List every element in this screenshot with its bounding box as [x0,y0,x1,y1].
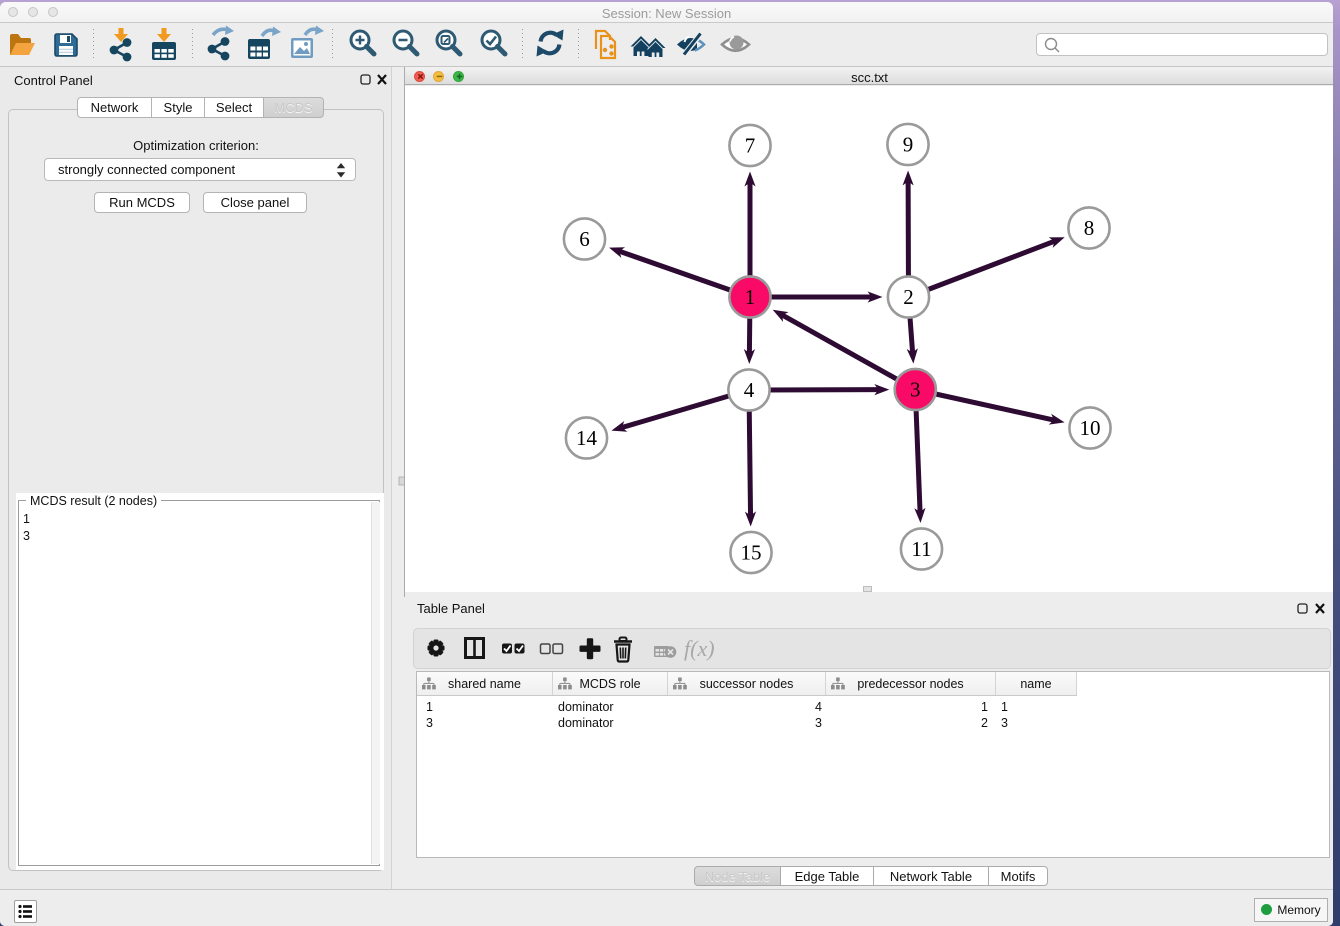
svg-text:15: 15 [741,541,762,565]
svg-text:3: 3 [910,378,921,402]
svg-text:11: 11 [911,537,931,561]
svg-text:4: 4 [744,378,755,402]
svg-text:9: 9 [903,133,914,157]
svg-text:6: 6 [579,227,590,251]
svg-text:8: 8 [1084,216,1095,240]
svg-text:10: 10 [1080,416,1101,440]
svg-text:f(x): f(x) [684,636,715,661]
svg-text:7: 7 [745,134,756,158]
svg-text:2: 2 [903,285,914,309]
svg-text:14: 14 [576,426,598,450]
svg-text:1: 1 [745,285,756,309]
